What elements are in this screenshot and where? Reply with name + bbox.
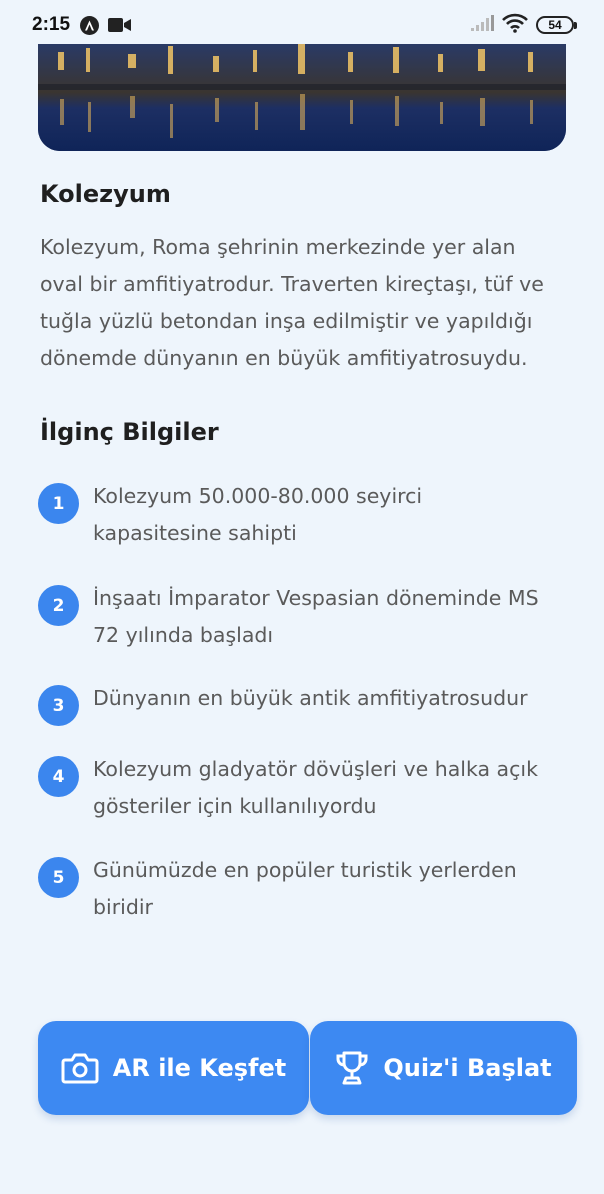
description-line: dönemde dünyanın en büyük amfitiyatrosuy…	[40, 346, 528, 370]
description-line: tuğla yüzlü betondan inşa edilmiştir ve …	[40, 309, 533, 333]
fact-number-badge: 1	[38, 483, 79, 524]
fact-text: Dünyanın en büyük antik amfitiyatrosudur	[93, 680, 528, 717]
fact-line: kapasitesine sahipti	[93, 521, 297, 545]
place-title: Kolezyum	[40, 180, 171, 208]
video-camera-icon	[108, 17, 132, 33]
colosseum-night-photo	[38, 44, 566, 151]
place-description: Kolezyum, Roma şehrinin merkezinde yer a…	[40, 229, 570, 377]
ar-explore-label: AR ile Keşfet	[112, 1054, 287, 1082]
description-line: Kolezyum, Roma şehrinin merkezinde yer a…	[40, 235, 516, 259]
description-line: oval bir amfitiyatrodur. Traverten kireç…	[40, 272, 544, 296]
fact-line: Kolezyum gladyatör dövüşleri ve halka aç…	[93, 757, 538, 781]
fact-line: Kolezyum 50.000-80.000 seyirci	[93, 484, 423, 508]
fact-item: 4 Kolezyum gladyatör dövüşleri ve halka …	[38, 754, 568, 825]
wifi-icon	[502, 13, 528, 38]
fact-text: İnşaatı İmparator Vespasian döneminde MS…	[93, 580, 539, 654]
fact-item: 1 Kolezyum 50.000-80.000 seyirci kapasit…	[38, 481, 568, 552]
fact-number-badge: 2	[38, 585, 79, 626]
fact-line: Dünyanın en büyük antik amfitiyatrosudur	[93, 686, 528, 710]
start-quiz-button[interactable]: Quiz'i Başlat	[310, 1021, 577, 1115]
fact-text: Kolezyum 50.000-80.000 seyirci kapasites…	[93, 478, 422, 552]
status-icons: 54	[470, 13, 577, 38]
a-notification-icon	[80, 15, 100, 35]
status-time: 2:15	[32, 14, 71, 35]
signal-icon	[470, 14, 494, 37]
start-quiz-label: Quiz'i Başlat	[383, 1054, 552, 1082]
fact-item: 3 Dünyanın en büyük antik amfitiyatrosud…	[38, 683, 568, 726]
fact-line: 72 yılında başladı	[93, 623, 274, 647]
fact-line: İnşaatı İmparator Vespasian döneminde MS	[93, 586, 539, 610]
status-bar: 2:15 54	[0, 0, 604, 50]
fact-text: Günümüzde en popüler turistik yerlerden …	[93, 852, 517, 926]
facts-heading: İlginç Bilgiler	[40, 418, 219, 446]
camera-icon	[61, 1052, 99, 1084]
battery-level: 54	[548, 18, 562, 32]
hero-image	[38, 44, 566, 151]
fact-item: 2 İnşaatı İmparator Vespasian döneminde …	[38, 583, 568, 654]
ar-explore-button[interactable]: AR ile Keşfet	[38, 1021, 309, 1115]
fact-line: Günümüzde en popüler turistik yerlerden	[93, 858, 517, 882]
fact-text: Kolezyum gladyatör dövüşleri ve halka aç…	[93, 751, 538, 825]
fact-number-badge: 4	[38, 756, 79, 797]
fact-item: 5 Günümüzde en popüler turistik yerlerde…	[38, 855, 568, 926]
fact-number-badge: 5	[38, 857, 79, 898]
fact-number-badge: 3	[38, 685, 79, 726]
battery-icon: 54	[536, 16, 577, 34]
fact-line: gösteriler için kullanılıyordu	[93, 794, 377, 818]
fact-line: biridir	[93, 895, 153, 919]
trophy-icon	[335, 1050, 369, 1086]
